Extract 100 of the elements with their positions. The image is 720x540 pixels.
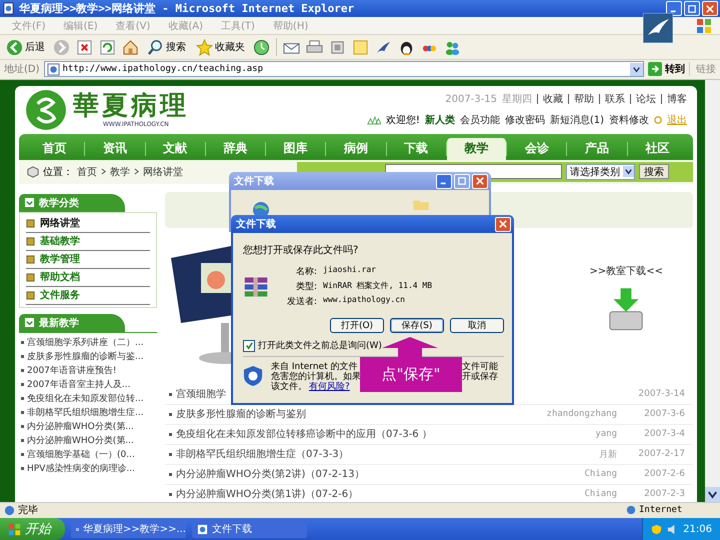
nav-tab[interactable]: 资讯 — [85, 138, 145, 160]
dialog-button[interactable]: 保存(S) — [390, 318, 444, 333]
nav-tab[interactable]: 病例 — [326, 138, 386, 160]
top-link[interactable]: 博客 — [667, 92, 687, 106]
address-field[interactable]: http://www.ipathology.cn/teaching.asp — [44, 61, 644, 78]
search-button[interactable]: 搜索 — [145, 36, 188, 58]
back-button[interactable]: 后退 — [4, 36, 47, 58]
close-button[interactable] — [702, 1, 718, 16]
top-link[interactable]: 收藏 — [543, 92, 563, 106]
go-button[interactable]: 转到 — [648, 62, 685, 76]
category-dropdown[interactable]: 请选择类别 — [566, 164, 635, 180]
nav-tab[interactable]: 教学 — [446, 138, 506, 160]
page-icon — [46, 62, 60, 76]
favorites-button[interactable]: 收藏夹 — [194, 36, 247, 58]
nav-tab[interactable]: 文献 — [146, 138, 205, 160]
page-icon — [2, 2, 15, 16]
user-link[interactable]: 修改密码 — [504, 113, 545, 128]
user-link[interactable]: 资料修改 — [609, 113, 649, 128]
lecture-link[interactable]: 内分泌肿瘤WHO分类(第1讲)（07-2-6） — [176, 487, 523, 502]
author-text: Chiang — [583, 489, 617, 500]
nav-tab[interactable]: 辞典 — [206, 138, 266, 160]
print-icon[interactable] — [306, 38, 323, 56]
logout-icon — [654, 116, 662, 124]
latest-item[interactable]: 皮肤多形性腺瘤的诊断与鉴... — [27, 350, 144, 364]
latest-item[interactable]: 内分泌肿瘤WHO分类(第... — [27, 434, 134, 448]
lecture-link[interactable]: 免疫组化在未知原发部位转移癌诊断中的应用（07-3-6 ） — [176, 427, 523, 442]
nav-tab[interactable]: 图库 — [266, 138, 326, 160]
edit-icon[interactable] — [329, 38, 346, 56]
author-text: yang — [594, 429, 617, 440]
close-button[interactable] — [495, 216, 511, 232]
breadcrumb-link[interactable]: 教学 — [110, 164, 130, 179]
latest-item[interactable]: 2007年语音讲座预告! — [27, 364, 117, 378]
up-arrow-icon — [380, 336, 440, 358]
scroll-down-icon[interactable] — [705, 486, 720, 502]
latest-item[interactable]: 2007年语音室主持人及... — [27, 378, 130, 392]
top-link[interactable]: 论坛 — [636, 92, 656, 106]
search-button[interactable]: 搜索 — [639, 164, 669, 180]
download-heading: >>教室下载<< — [589, 264, 663, 278]
field-label: 类型: — [294, 280, 317, 293]
dropdown-arrow-icon — [623, 166, 634, 178]
warning-text: 危害您的计算机。如果 — [271, 372, 361, 382]
scrollbar[interactable] — [705, 80, 720, 502]
windows-flag-icon — [696, 18, 712, 34]
bullet-icon — [169, 492, 172, 496]
top-link[interactable]: 帮助 — [574, 92, 594, 106]
home-icon[interactable] — [122, 38, 139, 56]
category-item[interactable]: 教学管理 — [40, 252, 80, 266]
latest-item[interactable]: 非朗格罕氏组织细胞增生症... — [27, 406, 144, 420]
dialog-button[interactable]: 取消 — [450, 318, 504, 333]
download-drive-icon[interactable] — [608, 286, 644, 332]
breadcrumb-link[interactable]: 首页 — [77, 164, 97, 179]
breadcrumb-label: 位置： — [43, 166, 73, 179]
user-link[interactable]: 会员功能 — [460, 113, 500, 128]
bullet-icon — [169, 432, 172, 436]
top-link[interactable]: 联系 — [605, 92, 625, 106]
latest-item[interactable]: 宫颈细胞学系列讲座（二）... — [27, 336, 144, 350]
latest-item[interactable]: HPV感染性病变的病理诊... — [27, 462, 135, 476]
shield-icon[interactable] — [651, 524, 662, 535]
nav-tab[interactable]: 下载 — [386, 138, 446, 160]
history-icon[interactable] — [253, 38, 270, 56]
user-link[interactable]: 新短消息(1) — [550, 113, 604, 128]
breadcrumb-link[interactable]: 网络讲堂 — [143, 164, 183, 179]
date-text: 2007-3-4 — [643, 429, 685, 440]
bullet-icon — [169, 392, 172, 396]
category-item[interactable]: 基础教学 — [40, 234, 80, 248]
maximize-button[interactable] — [684, 1, 700, 16]
bullet-icon — [21, 411, 24, 414]
minimize-button[interactable] — [666, 1, 682, 16]
bird-logo-icon — [643, 13, 673, 43]
nav-tab[interactable]: 产品 — [567, 138, 627, 160]
author-text: 月新 — [598, 448, 617, 461]
category-item[interactable]: 网络讲堂 — [40, 216, 80, 230]
field-label: 名称: — [294, 266, 317, 278]
ask-checkbox[interactable] — [243, 340, 255, 352]
lecture-link[interactable]: 内分泌肿瘤WHO分类(第2讲)（07-2-13） — [176, 467, 523, 482]
dialog-button[interactable]: 打开(O) — [330, 318, 384, 333]
refresh-icon[interactable] — [99, 38, 116, 56]
category-item[interactable]: 文件服务 — [40, 288, 80, 302]
nav-tab[interactable]: 社区 — [628, 138, 687, 160]
instruction-callout: 点"保存" — [360, 357, 462, 392]
taskbar-item[interactable]: 华夏病理>>教学>>... — [71, 520, 186, 538]
risk-link[interactable]: 有何风险? — [309, 382, 350, 392]
collapse-icon[interactable] — [25, 198, 34, 208]
lecture-link[interactable]: 皮肤多形性腺瘤的诊断与鉴别 — [176, 407, 523, 422]
latest-item[interactable]: 宫颈细胞学基础（一）(0... — [27, 448, 135, 462]
date-text: 2007-3-14 — [637, 389, 685, 400]
lecture-link[interactable]: 非朗格罕氏组织细胞增生症（07-3-3） — [176, 447, 523, 462]
category-item[interactable]: 帮助文档 — [40, 270, 80, 284]
bullet-icon — [21, 355, 24, 358]
stop-icon[interactable] — [76, 38, 93, 56]
date-text: 2007-2-3 — [643, 489, 685, 500]
latest-item[interactable]: 内分泌肿瘤WHO分类(第... — [27, 420, 134, 434]
minimize-button[interactable] — [436, 174, 452, 188]
nav-tab[interactable]: 会诊 — [507, 138, 566, 160]
checkbox-label[interactable]: 打开此类文件之前总是询问(W) — [258, 339, 382, 352]
close-button[interactable] — [472, 174, 488, 188]
taskbar-item[interactable]: 文件下载 — [192, 520, 307, 538]
collapse-icon[interactable] — [25, 318, 34, 328]
latest-item[interactable]: 免疫组化在未知原发部位转... — [27, 392, 144, 406]
nav-tab[interactable]: 首页 — [25, 138, 84, 160]
